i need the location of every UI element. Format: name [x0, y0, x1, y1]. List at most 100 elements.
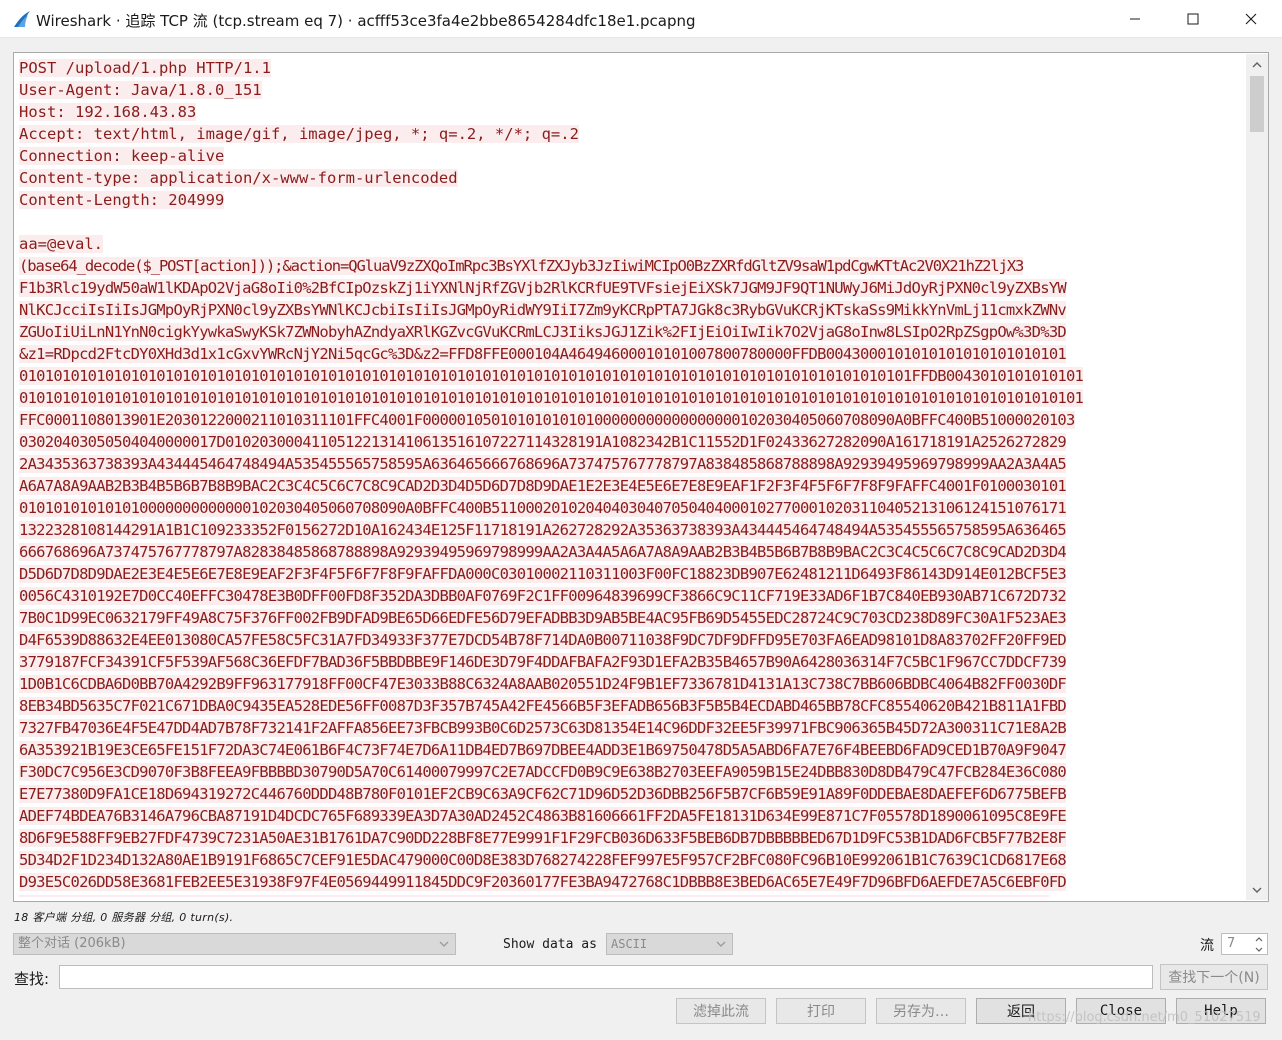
close-icon — [1245, 13, 1257, 25]
scroll-thumb[interactable] — [1250, 76, 1264, 132]
save-as-button[interactable]: 另存为… — [876, 998, 966, 1024]
stream-label: 流 — [1200, 938, 1214, 954]
stream-line-text: Content-Length: 204999 — [19, 191, 225, 209]
stream-line-text: 0056C4310192E7D0CC40EFFC30478E3B0DFF00FD… — [19, 587, 1067, 605]
stream-line-text: Content-type: application/x-www-form-url… — [19, 169, 458, 187]
spin-up-button[interactable] — [1252, 934, 1266, 944]
stream-line: 666768696A737475767778797A82838485868788… — [19, 541, 1243, 563]
window-title: Wireshark · 追踪 TCP 流 (tcp.stream eq 7) ·… — [36, 12, 696, 30]
conversation-select-value: 整个对话 (206kB) — [18, 936, 126, 951]
stream-line: &z1=RDpcd2FtcDY0XHd3d1x1cGxvYWRcNjY2Ni5q… — [19, 343, 1243, 365]
chevron-down-icon — [1255, 947, 1263, 952]
stream-line: 1D0B1C6CDBA6D0BB70A4292B9FF963177918FF00… — [19, 673, 1243, 695]
stream-line: User-Agent: Java/1.8.0_151 — [19, 79, 1243, 101]
stream-line: Accept: text/html, image/gif, image/jpeg… — [19, 123, 1243, 145]
find-input[interactable] — [59, 965, 1153, 989]
find-next-button[interactable]: 查找下一个(N) — [1160, 964, 1268, 990]
stream-content: POST /upload/1.php HTTP/1.1 User-Agent: J… — [19, 57, 1243, 897]
stream-line-text: Host: 192.168.43.83 — [19, 103, 197, 121]
stream-line: F1b3Rlc19ydW50aW1lKDApO2VjaG8oIi0%2BfCIp… — [19, 277, 1243, 299]
stream-line-text: 8EB34BD5635C7F021C671DBA0C9435EA528EDE56… — [19, 697, 1067, 715]
stream-line: F30DC7C956E3CD9070F3B8FEEA9FBBBBD30790D5… — [19, 761, 1243, 783]
stream-line-text: F1b3Rlc19ydW50aW1lKDApO2VjaG8oIi0%2BfCIp… — [19, 279, 1067, 297]
stream-line: E7E77380D9FA1CE18D694319272C446760DDD48B… — [19, 783, 1243, 805]
stream-line-text: aa=@eval. — [19, 235, 103, 253]
stream-line-text: &z1=RDpcd2FtcDY0XHd3d1x1cGxvYWRcNjY2Ni5q… — [19, 345, 1067, 363]
stream-line-text: 1EFED6ABD1FA4BA4AEFEEF1A925B71E26F92533E… — [19, 895, 1050, 897]
show-data-label: Show data as — [503, 937, 597, 952]
spin-down-button[interactable] — [1252, 944, 1266, 954]
stream-line-text: 7B0C1D99EC0632179FF49A8C75F376FF002FB9DF… — [19, 609, 1067, 627]
stream-line-text: ZGUoIiUiLnN1YnN0cigkYywkaSwyKSk7ZWNobyhA… — [19, 323, 1067, 341]
stream-line: 7B0C1D99EC0632179FF49A8C75F376FF002FB9DF… — [19, 607, 1243, 629]
stream-line: Connection: keep-alive — [19, 145, 1243, 167]
stream-line-text: 0101010101010101010101010101010101010101… — [19, 367, 1084, 385]
chevron-up-icon — [1255, 936, 1263, 941]
stream-line: aa=@eval. — [19, 233, 1243, 255]
stream-line: 5D34D2F1D234D132A80AE1B9191F6865C7CEF91E… — [19, 849, 1243, 871]
stream-line: 8D6F9E588FF9EB27FDF4739C7231A50AE31B1761… — [19, 827, 1243, 849]
minimize-button[interactable] — [1106, 0, 1164, 38]
scroll-up-button[interactable] — [1246, 54, 1268, 74]
stream-line: POST /upload/1.php HTTP/1.1 — [19, 57, 1243, 79]
print-button[interactable]: 打印 — [776, 998, 866, 1024]
stream-line: 03020403050504040000017D0102030004110512… — [19, 431, 1243, 453]
title-bar: Wireshark · 追踪 TCP 流 (tcp.stream eq 7) ·… — [0, 0, 1282, 38]
stream-line: 6A353921B19E3CE65FE151F72DA3C74E061B6F4C… — [19, 739, 1243, 761]
wireshark-fin-icon — [14, 11, 30, 27]
chevron-down-icon — [1252, 887, 1262, 893]
stream-line-text: (base64_decode($_POST[action]));&action=… — [19, 257, 1024, 275]
stream-line: 0101010101010100000000000001020304050607… — [19, 497, 1243, 519]
stream-line-text: 03020403050504040000017D0102030004110512… — [19, 433, 1067, 451]
maximize-icon — [1187, 13, 1199, 25]
watermark: https://blog.csdn.net/m0_51027519 — [1028, 1010, 1261, 1025]
packet-summary: 18 客户端 分组, 0 服务器 分组, 0 turn(s). — [14, 911, 234, 924]
stream-text-view[interactable]: POST /upload/1.php HTTP/1.1 User-Agent: J… — [13, 52, 1269, 902]
scroll-down-button[interactable] — [1246, 880, 1268, 900]
chevron-down-icon — [439, 941, 449, 947]
vertical-scrollbar[interactable] — [1246, 54, 1268, 900]
stream-line-text: NlKCJcciIsIiIsJGMpOyRjPXN0cl9yZXBsYWNlKC… — [19, 301, 1067, 319]
stream-line-text: 8D6F9E588FF9EB27FDF4739C7231A50AE31B1761… — [19, 829, 1067, 847]
close-window-button[interactable] — [1222, 0, 1280, 38]
stream-line-text: 2A3435363738393A434445464748494A53545556… — [19, 455, 1067, 473]
stream-line-text: F30DC7C956E3CD9070F3B8FEEA9FBBBBD30790D5… — [19, 763, 1067, 781]
stream-line: D4F6539D88632E4EE013080CA57FE58C5FC31A7F… — [19, 629, 1243, 651]
stream-line-text: 0101010101010101010101010101010101010101… — [19, 389, 1084, 407]
stream-line: 1EFED6ABD1FA4BA4AEFEEF1A925B71E26F92533E… — [19, 893, 1243, 897]
stream-line: FFC0001108013901E2030122000211010311101F… — [19, 409, 1243, 431]
find-label: 查找: — [14, 970, 50, 988]
filter-out-button[interactable]: 滤掉此流 — [676, 998, 766, 1024]
stream-line: 2A3435363738393A434445464748494A53545556… — [19, 453, 1243, 475]
stream-line: 8EB34BD5635C7F021C671DBA0C9435EA528EDE56… — [19, 695, 1243, 717]
show-data-value: ASCII — [611, 937, 648, 951]
stream-line: ZGUoIiUiLnN1YnN0cigkYywkaSwyKSk7ZWNobyhA… — [19, 321, 1243, 343]
stream-line: (base64_decode($_POST[action]));&action=… — [19, 255, 1243, 277]
stream-line-text: Accept: text/html, image/gif, image/jpeg… — [19, 125, 579, 143]
stream-line: Content-type: application/x-www-form-url… — [19, 167, 1243, 189]
stream-line: 0101010101010101010101010101010101010101… — [19, 387, 1243, 409]
conversation-select[interactable]: 整个对话 (206kB) — [13, 933, 456, 955]
maximize-button[interactable] — [1164, 0, 1222, 38]
stream-line-text: 6A353921B19E3CE65FE151F72DA3C74E061B6F4C… — [19, 741, 1067, 759]
stream-number-spinbox[interactable]: 7 — [1221, 933, 1268, 955]
stream-line-text: ADEF74BDEA76B3146A796CBA87191D4DCDC765F6… — [19, 807, 1067, 825]
stream-line — [19, 211, 1243, 233]
stream-line: ADEF74BDEA76B3146A796CBA87191D4DCDC765F6… — [19, 805, 1243, 827]
stream-line-text: D5D6D7D8D9DAE2E3E4E5E6E7E8E9EAF2F3F4F5F6… — [19, 565, 1067, 583]
stream-line: D5D6D7D8D9DAE2E3E4E5E6E7E8E9EAF2F3F4F5F6… — [19, 563, 1243, 585]
stream-line-text: 7327FB47036E4F5E47DD4AD7B78F732141F2AFFA… — [19, 719, 1067, 737]
stream-line-text: D93E5C026DD58E3681FEB2EE5E31938F97F4E056… — [19, 873, 1067, 891]
stream-line-text: A6A7A8A9AAB2B3B4B5B6B7B8B9BAC2C3C4C5C6C7… — [19, 477, 1067, 495]
stream-line: A6A7A8A9AAB2B3B4B5B6B7B8B9BAC2C3C4C5C6C7… — [19, 475, 1243, 497]
stream-line-text: User-Agent: Java/1.8.0_151 — [19, 81, 262, 99]
stream-line-text: 0101010101010100000000000001020304050607… — [19, 499, 1067, 517]
stream-line: NlKCJcciIsIiIsJGMpOyRjPXN0cl9yZXBsYWNlKC… — [19, 299, 1243, 321]
stream-line-text: D4F6539D88632E4EE013080CA57FE58C5FC31A7F… — [19, 631, 1067, 649]
show-data-select[interactable]: ASCII — [606, 933, 733, 955]
stream-line-text: 1322328108144291A1B1C109233352F0156272D1… — [19, 521, 1067, 539]
stream-line-text: 666768696A737475767778797A82838485868788… — [19, 543, 1067, 561]
stream-line-text: Connection: keep-alive — [19, 147, 225, 165]
chevron-up-icon — [1252, 61, 1262, 67]
stream-line: 0101010101010101010101010101010101010101… — [19, 365, 1243, 387]
